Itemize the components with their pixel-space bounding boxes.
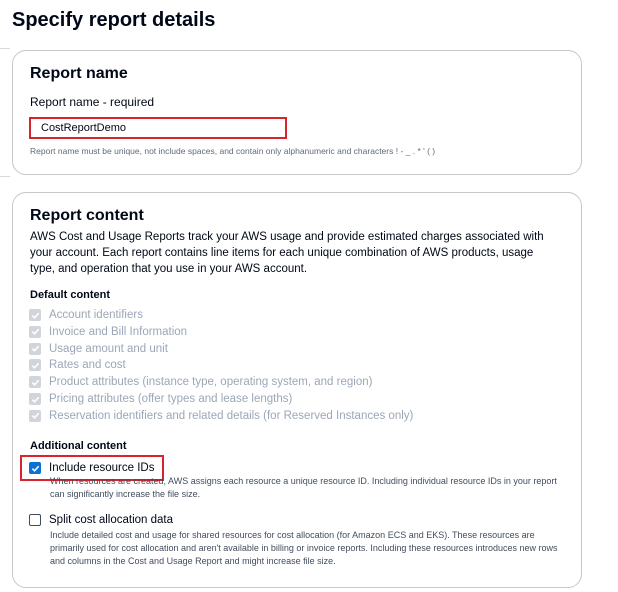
page-title: Specify report details (12, 9, 216, 31)
default-content-item-label: Pricing attributes (offer types and leas… (49, 393, 293, 405)
checkbox-disabled-icon (29, 309, 41, 321)
report-name-label: Report name - required (30, 95, 155, 109)
default-content-item: Reservation identifiers and related deta… (29, 408, 413, 424)
report-content-panel: Report content AWS Cost and Usage Report… (12, 192, 582, 588)
report-name-panel: Report name Report name - required CostR… (12, 50, 582, 175)
report-name-input[interactable]: CostReportDemo (29, 117, 287, 139)
default-content-item: Rates and cost (29, 357, 126, 373)
default-content-item-label: Usage amount and unit (49, 342, 168, 355)
split-cost-description: Include detailed cost and usage for shar… (50, 530, 558, 566)
split-cost-label: Split cost allocation data (49, 514, 174, 526)
include-resource-ids-description: When resources are created, AWS assigns … (50, 476, 557, 499)
default-content-item-label: Invoice and Bill Information (49, 325, 188, 338)
checkbox-disabled-icon (29, 409, 41, 422)
default-content-item: Product attributes (instance type, opera… (29, 374, 372, 390)
additional-content-heading: Additional content (30, 440, 127, 452)
report-name-constraint: Report name must be unique, not include … (30, 146, 436, 156)
default-content-item-label: Rates and cost (49, 359, 126, 372)
default-content-item-label: Reservation identifiers and related deta… (49, 409, 414, 422)
divider (0, 48, 10, 49)
checkbox-checked-icon[interactable] (29, 462, 41, 474)
checkbox-disabled-icon (29, 359, 41, 372)
default-content-item-label: Account identifiers (49, 309, 143, 321)
checkbox-disabled-icon (29, 342, 41, 355)
default-content-item: Invoice and Bill Information (29, 324, 187, 340)
default-content-item: Pricing attributes (offer types and leas… (29, 391, 292, 407)
default-content-item-label: Product attributes (instance type, opera… (49, 376, 373, 389)
checkbox-disabled-icon (29, 325, 41, 338)
include-resource-ids-checkbox-row[interactable]: Include resource IDs (29, 460, 154, 476)
divider (0, 176, 10, 177)
default-content-item: Usage amount and unit (29, 341, 168, 357)
split-cost-checkbox-row[interactable]: Split cost allocation data (29, 512, 173, 528)
default-content-item: Account identifiers (29, 307, 143, 323)
checkbox-unchecked-icon[interactable] (29, 514, 41, 526)
checkbox-disabled-icon (29, 376, 41, 389)
default-content-heading: Default content (30, 289, 111, 301)
include-resource-ids-label: Include resource IDs (49, 462, 155, 474)
report-name-heading: Report name (30, 65, 128, 82)
checkbox-disabled-icon (29, 393, 41, 405)
report-content-description: AWS Cost and Usage Reports track your AW… (30, 231, 544, 275)
report-content-heading: Report content (30, 207, 144, 224)
